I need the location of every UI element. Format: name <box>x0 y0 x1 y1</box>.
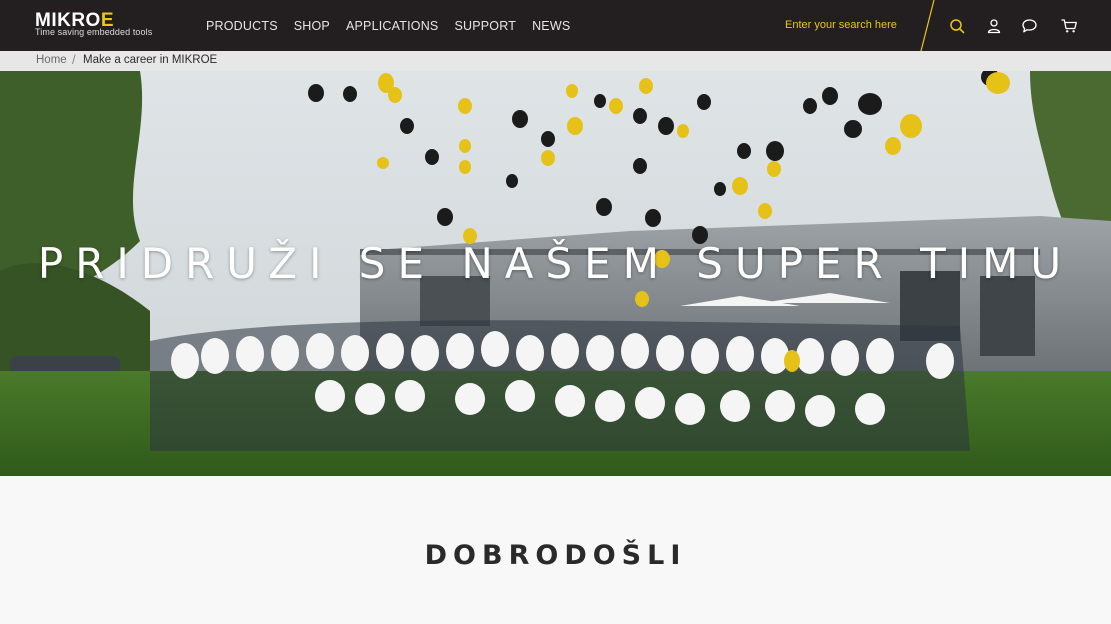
search-divider <box>920 0 935 51</box>
breadcrumb-home-link[interactable]: Home <box>36 54 67 66</box>
cart-icon[interactable] <box>1057 14 1081 38</box>
hero-title: PRIDRUŽI SE NAŠEM SUPER TIMU <box>37 239 1074 288</box>
search-input[interactable] <box>779 13 909 37</box>
user-icon[interactable] <box>982 14 1006 38</box>
hero-banner: PRIDRUŽI SE NAŠEM SUPER TIMU <box>0 71 1111 476</box>
nav-news[interactable]: NEWS <box>532 19 570 33</box>
breadcrumb-current: Make a career in MIKROE <box>83 54 218 66</box>
nav-shop[interactable]: SHOP <box>294 19 330 33</box>
chat-icon[interactable] <box>1017 14 1041 38</box>
breadcrumb: Home / Make a career in MIKROE <box>0 51 1111 71</box>
search-icon[interactable] <box>945 14 969 38</box>
mikroe-logo[interactable]: MIKROE Time saving embedded tools <box>35 11 155 39</box>
nav-support[interactable]: SUPPORT <box>454 19 516 33</box>
top-navigation-bar: MIKROE Time saving embedded tools PRODUC… <box>0 0 1111 51</box>
main-nav: PRODUCTS SHOP APPLICATIONS SUPPORT NEWS <box>206 0 586 51</box>
nav-products[interactable]: PRODUCTS <box>206 19 278 33</box>
welcome-title: DOBRODOŠLI <box>424 540 687 571</box>
nav-applications[interactable]: APPLICATIONS <box>346 19 438 33</box>
welcome-section: DOBRODOŠLI <box>0 476 1111 624</box>
breadcrumb-separator: / <box>72 52 76 67</box>
logo-tagline: Time saving embedded tools <box>35 27 153 37</box>
